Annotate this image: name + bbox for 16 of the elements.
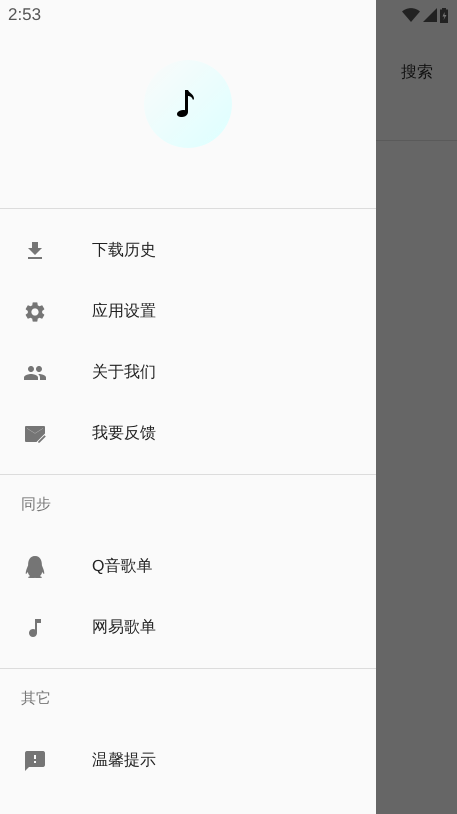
wifi-icon xyxy=(402,8,420,22)
drawer-item[interactable]: Q音歌单 xyxy=(0,536,376,597)
signal-icon xyxy=(423,8,437,22)
settings-icon xyxy=(23,300,47,324)
drawer-item[interactable]: 关于我们 xyxy=(0,342,376,403)
drawer-item[interactable]: 网易歌单 xyxy=(0,597,376,658)
drawer-item[interactable]: 我要反馈 xyxy=(0,403,376,464)
drawer-item[interactable]: 应用设置 xyxy=(0,281,376,342)
section-header: 其它 xyxy=(21,689,51,710)
battery-icon xyxy=(440,8,448,22)
status-time: 2:53 xyxy=(8,4,42,26)
section-header: 同步 xyxy=(21,495,51,516)
drawer-item[interactable]: 温馨提示 xyxy=(0,730,376,791)
penguin-icon xyxy=(24,556,46,578)
drawer-item[interactable]: 下载历史 xyxy=(0,220,376,281)
alert-bubble-icon xyxy=(23,748,47,772)
